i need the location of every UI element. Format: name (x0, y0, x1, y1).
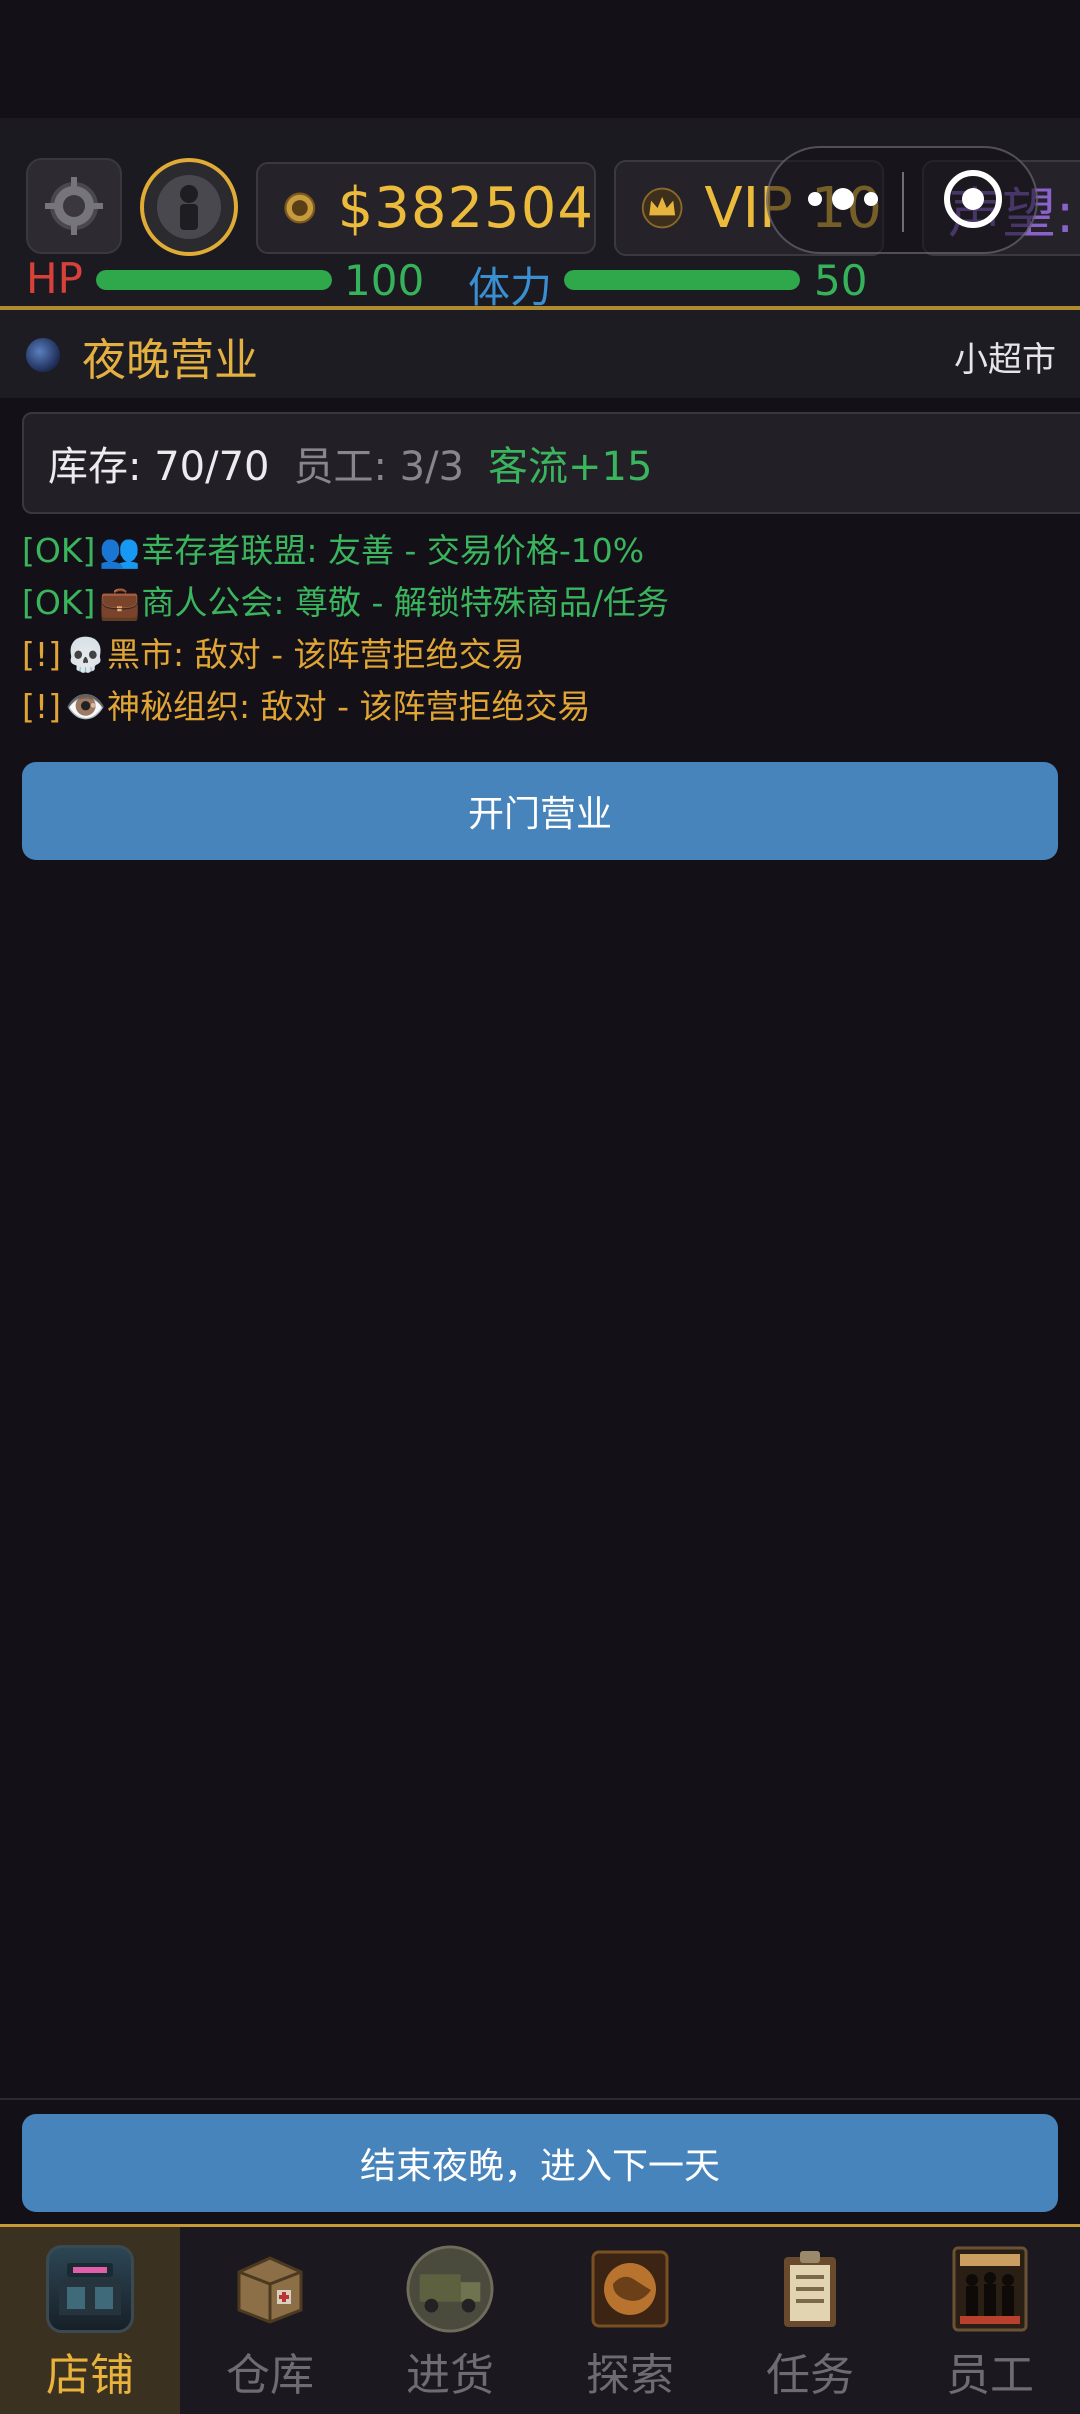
faction-text: 幸存者联盟: 友善 - 交易价格-10% (141, 531, 645, 570)
faction-item: [OK] 👥幸存者联盟: 友善 - 交易价格-10% (22, 528, 1062, 580)
stamina-bar (564, 270, 800, 290)
money-amount: $382504 (337, 175, 594, 241)
crew-poster-icon (946, 2245, 1034, 2333)
mini-program-capsule (766, 146, 1038, 254)
faction-status: [OK] (22, 531, 96, 570)
truck-icon (406, 2245, 494, 2333)
customer-flow-stat: 客流+15 (488, 444, 653, 490)
crown-icon (641, 187, 683, 229)
shop-stats: 库存: 70/70 员工: 3/3 客流+15 (22, 412, 1080, 514)
faction-text: 黑市: 敌对 - 该阵营拒绝交易 (106, 635, 525, 674)
tab-warehouse[interactable]: 仓库 (180, 2227, 360, 2414)
faction-status: [OK] (22, 583, 96, 622)
coin-icon (284, 192, 316, 224)
hp-bar (96, 270, 332, 290)
bottom-divider (0, 2098, 1080, 2100)
faction-list: [OK] 👥幸存者联盟: 友善 - 交易价格-10% [OK] 💼商人公会: 尊敬 … (22, 528, 1062, 736)
tab-label: 任务 (766, 2350, 854, 2401)
hp-bar-fill (96, 270, 332, 290)
skull-icon: 💀 (64, 635, 107, 674)
shop-icon (46, 2245, 134, 2333)
end-night-button[interactable]: 结束夜晚，进入下一天 (22, 2114, 1058, 2212)
vitals-row: HP 100 体力 50 (0, 254, 1080, 312)
money-display: $382504 (256, 162, 596, 254)
briefcase-icon: 💼 (99, 583, 141, 622)
tab-label: 探索 (586, 2350, 674, 2401)
hp-value: 100 (344, 256, 425, 305)
stamina-bar-fill (564, 270, 800, 290)
section-header: 夜晚营业 小超市 (0, 310, 1080, 398)
shop-name: 小超市 (954, 340, 1056, 380)
hp-label: HP (26, 254, 83, 303)
tab-label: 进货 (406, 2350, 494, 2401)
bottom-tab-bar: 店铺 仓库 进货 探索 任务 员工 (0, 2224, 1080, 2414)
night-moon-icon (26, 338, 60, 372)
avatar[interactable] (140, 158, 238, 256)
open-shop-button[interactable]: 开门营业 (22, 762, 1058, 860)
section-title: 夜晚营业 (82, 335, 258, 386)
tab-label: 仓库 (226, 2350, 314, 2401)
close-target-icon[interactable] (944, 170, 1002, 228)
more-menu-icon[interactable] (808, 188, 878, 210)
tab-tasks[interactable]: 任务 (720, 2227, 900, 2414)
tab-label: 店铺 (46, 2350, 134, 2401)
stamina-value: 50 (814, 256, 868, 305)
eye-icon: 👁️ (64, 687, 107, 726)
stock-stat: 库存: 70/70 (48, 444, 270, 490)
faction-item: [!] 👁️神秘组织: 敌对 - 该阵营拒绝交易 (22, 684, 1062, 736)
tab-label: 员工 (946, 2350, 1034, 2401)
faction-item: [!] 💀黑市: 敌对 - 该阵营拒绝交易 (22, 632, 1062, 684)
clipboard-icon (766, 2245, 854, 2333)
crate-icon (226, 2245, 314, 2333)
people-icon: 👥 (99, 531, 141, 570)
staff-stat: 员工: 3/3 (293, 444, 465, 490)
survivor-avatar-icon (157, 175, 221, 239)
capsule-divider (902, 172, 904, 232)
settings-button[interactable] (26, 158, 122, 254)
map-icon (586, 2245, 674, 2333)
top-hud: $382504 VIP 10 声望: HP 100 体力 50 (0, 118, 1080, 312)
tab-restock[interactable]: 进货 (360, 2227, 540, 2414)
faction-item: [OK] 💼商人公会: 尊敬 - 解锁特殊商品/任务 (22, 580, 1062, 632)
tab-explore[interactable]: 探索 (540, 2227, 720, 2414)
faction-text: 神秘组织: 敌对 - 该阵营拒绝交易 (106, 687, 591, 726)
gear-icon (45, 177, 103, 235)
tab-staff[interactable]: 员工 (900, 2227, 1080, 2414)
faction-text: 商人公会: 尊敬 - 解锁特殊商品/任务 (141, 583, 669, 622)
tab-shop[interactable]: 店铺 (0, 2227, 180, 2414)
faction-status: [!] (22, 635, 61, 674)
status-bar-area (0, 0, 1080, 118)
faction-status: [!] (22, 687, 61, 726)
